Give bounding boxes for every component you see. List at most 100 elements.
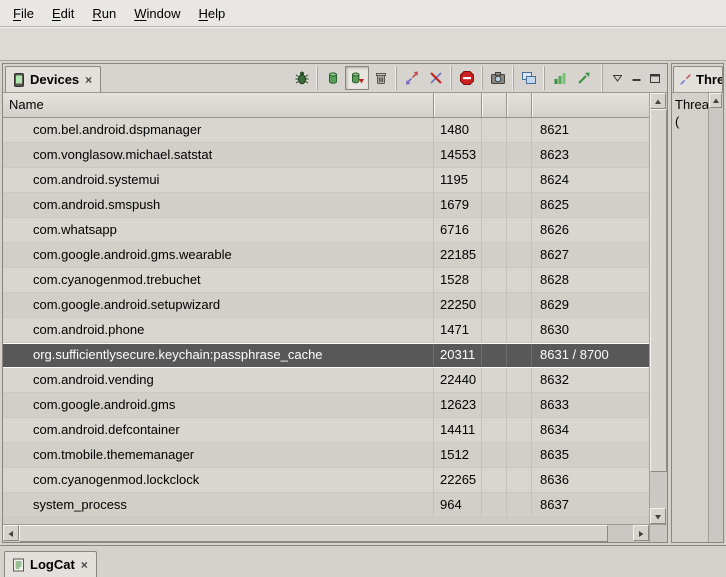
debug-process-icon[interactable] xyxy=(290,66,314,90)
toolbar-group xyxy=(513,66,544,90)
cell-empty-1 xyxy=(481,468,506,492)
threads-scrollbar[interactable] xyxy=(708,93,723,542)
cell-name: com.android.defcontainer xyxy=(3,418,433,442)
cell-empty-2 xyxy=(506,368,531,392)
tab-devices[interactable]: Devices × xyxy=(5,66,101,92)
view-menu-icon[interactable] xyxy=(611,72,623,84)
column-header-empty-1[interactable] xyxy=(481,93,506,117)
logcat-bar: LogCat × xyxy=(0,545,726,577)
horizontal-scroll-track[interactable] xyxy=(19,525,633,542)
cell-empty-1 xyxy=(481,318,506,342)
cell-empty-1 xyxy=(481,168,506,192)
screen-capture-icon[interactable] xyxy=(486,66,510,90)
threads-panel-header: Threa xyxy=(672,64,723,93)
threads-message-line-1: Thread up xyxy=(675,96,708,113)
scroll-up-button[interactable] xyxy=(650,93,666,109)
cell-pid: 12623 xyxy=(433,393,481,417)
table-row[interactable]: system_process9648637 xyxy=(3,493,649,518)
table-row[interactable]: com.google.android.gms.wearable221858627 xyxy=(3,243,649,268)
table-row[interactable]: com.android.defcontainer144118634 xyxy=(3,418,649,443)
threads-message: Thread up ( xyxy=(675,96,708,130)
vertical-scrollbar[interactable] xyxy=(649,93,667,524)
scroll-down-button[interactable] xyxy=(650,508,666,524)
cell-empty-2 xyxy=(506,143,531,167)
cell-name: com.bel.android.dspmanager xyxy=(3,118,433,142)
cause-gc-icon[interactable] xyxy=(369,66,393,90)
arrow-up-icon xyxy=(712,92,720,109)
cell-name: system_process xyxy=(3,493,433,517)
table-row[interactable]: com.whatsapp67168626 xyxy=(3,218,649,243)
tab-logcat[interactable]: LogCat × xyxy=(4,551,97,577)
main-area: Devices × Name com.bel.android.dspmanage… xyxy=(0,61,726,545)
table-row[interactable]: com.cyanogenmod.lockclock222658636 xyxy=(3,468,649,493)
panel-window-controls xyxy=(602,64,667,92)
cell-name: com.google.android.setupwizard xyxy=(3,293,433,317)
cell-empty-2 xyxy=(506,168,531,192)
menu-run[interactable]: Run xyxy=(83,3,125,24)
maximize-icon[interactable] xyxy=(649,72,661,84)
table-row[interactable]: com.vonglasow.michael.satstat145538623 xyxy=(3,143,649,168)
cell-port: 8633 xyxy=(531,393,649,417)
cell-name: com.android.vending xyxy=(3,368,433,392)
minimize-icon[interactable] xyxy=(630,72,642,84)
menu-file[interactable]: File xyxy=(4,3,43,24)
menu-window[interactable]: Window xyxy=(125,3,189,24)
cell-name: com.google.android.gms.wearable xyxy=(3,243,433,267)
column-header-port[interactable] xyxy=(531,93,649,117)
vertical-scroll-track[interactable] xyxy=(650,109,667,508)
table-row[interactable]: com.cyanogenmod.trebuchet15288628 xyxy=(3,268,649,293)
cell-empty-2 xyxy=(506,218,531,242)
table-row[interactable]: com.google.android.gms126238633 xyxy=(3,393,649,418)
table-row[interactable]: com.google.android.setupwizard222508629 xyxy=(3,293,649,318)
update-heap-icon[interactable] xyxy=(321,66,345,90)
method-profiling-icon[interactable] xyxy=(572,66,596,90)
cell-pid: 1512 xyxy=(433,443,481,467)
view-hierarchy-icon[interactable] xyxy=(517,66,541,90)
table-row[interactable]: org.sufficientlysecure.keychain:passphra… xyxy=(3,343,649,368)
table-row[interactable]: com.android.smspush16798625 xyxy=(3,193,649,218)
table-row[interactable]: com.tmobile.thememanager15128635 xyxy=(3,443,649,468)
close-icon[interactable]: × xyxy=(80,559,89,571)
stop-process-icon[interactable] xyxy=(455,66,479,90)
cell-empty-1 xyxy=(481,493,506,517)
cell-port: 8621 xyxy=(531,118,649,142)
horizontal-scrollbar[interactable] xyxy=(3,524,667,542)
update-threads-icon[interactable] xyxy=(400,66,424,90)
cell-pid: 1480 xyxy=(433,118,481,142)
system-info-icon[interactable] xyxy=(548,66,572,90)
device-table-main: Name com.bel.android.dspmanager14808621c… xyxy=(3,93,649,524)
scroll-left-button[interactable] xyxy=(3,525,19,541)
threads-icon xyxy=(679,73,692,86)
cell-pid: 6716 xyxy=(433,218,481,242)
table-row[interactable]: com.android.phone14718630 xyxy=(3,318,649,343)
devices-panel: Devices × Name com.bel.android.dspmanage… xyxy=(2,63,668,543)
column-header-empty-2[interactable] xyxy=(506,93,531,117)
table-row[interactable]: com.bel.android.dspmanager1480 8621 xyxy=(3,118,649,143)
menu-edit[interactable]: Edit xyxy=(43,3,83,24)
cell-empty-1 xyxy=(481,118,506,142)
table-row[interactable]: com.android.systemui11958624 xyxy=(3,168,649,193)
cell-port: 8635 xyxy=(531,443,649,467)
menu-help[interactable]: Help xyxy=(189,3,234,24)
cell-pid: 1195 xyxy=(433,168,481,192)
arrow-up-icon xyxy=(654,94,662,109)
cell-empty-1 xyxy=(481,418,506,442)
toolbar-group xyxy=(317,66,396,90)
scroll-right-button[interactable] xyxy=(633,525,649,541)
table-row[interactable]: com.android.vending224408632 xyxy=(3,368,649,393)
tab-threads[interactable]: Threa xyxy=(673,66,723,92)
column-header-name[interactable]: Name xyxy=(3,93,433,117)
devices-toolbar xyxy=(287,64,599,92)
cell-empty-2 xyxy=(506,443,531,467)
cell-port: 8636 xyxy=(531,468,649,492)
stop-method-profiling-icon[interactable] xyxy=(424,66,448,90)
column-header-pid[interactable] xyxy=(433,93,481,117)
horizontal-scroll-thumb[interactable] xyxy=(19,525,608,542)
dump-hprof-icon[interactable] xyxy=(345,66,369,90)
vertical-scroll-thumb[interactable] xyxy=(650,109,667,472)
toolbar-group xyxy=(396,66,451,90)
menu-bar: FileEditRunWindowHelp xyxy=(0,0,726,27)
threads-scroll-up-button[interactable] xyxy=(709,93,722,108)
close-icon[interactable]: × xyxy=(84,74,93,86)
table-header-row: Name xyxy=(3,93,649,118)
